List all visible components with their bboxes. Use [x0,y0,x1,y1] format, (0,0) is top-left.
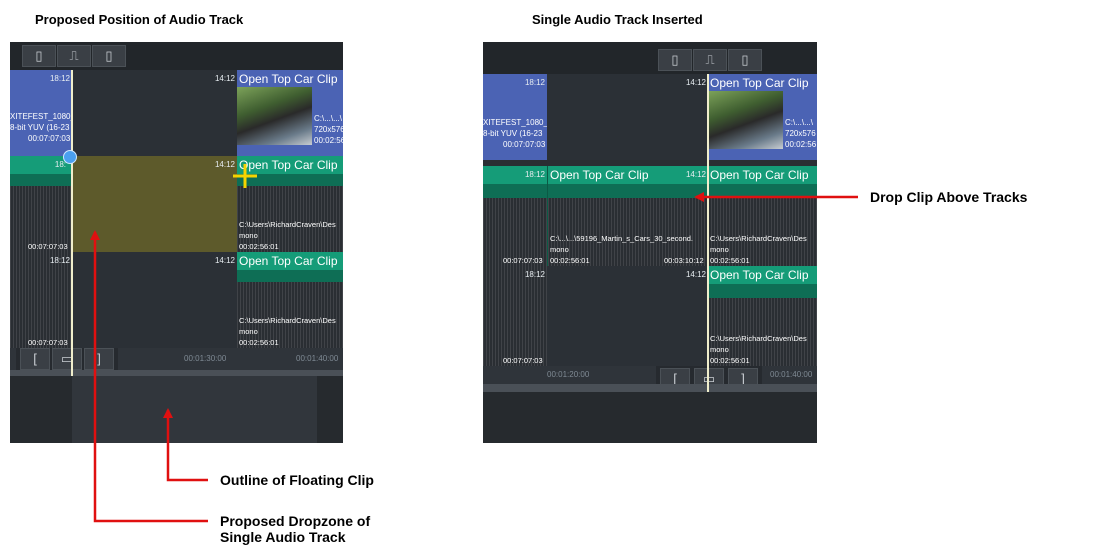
annotation-outline: Outline of Floating Clip [220,472,374,488]
annotation-drop-clip: Drop Clip Above Tracks [870,189,1028,205]
annotation-arrows [90,192,858,523]
annotation-dropzone-line2: Single Audio Track [220,529,346,545]
